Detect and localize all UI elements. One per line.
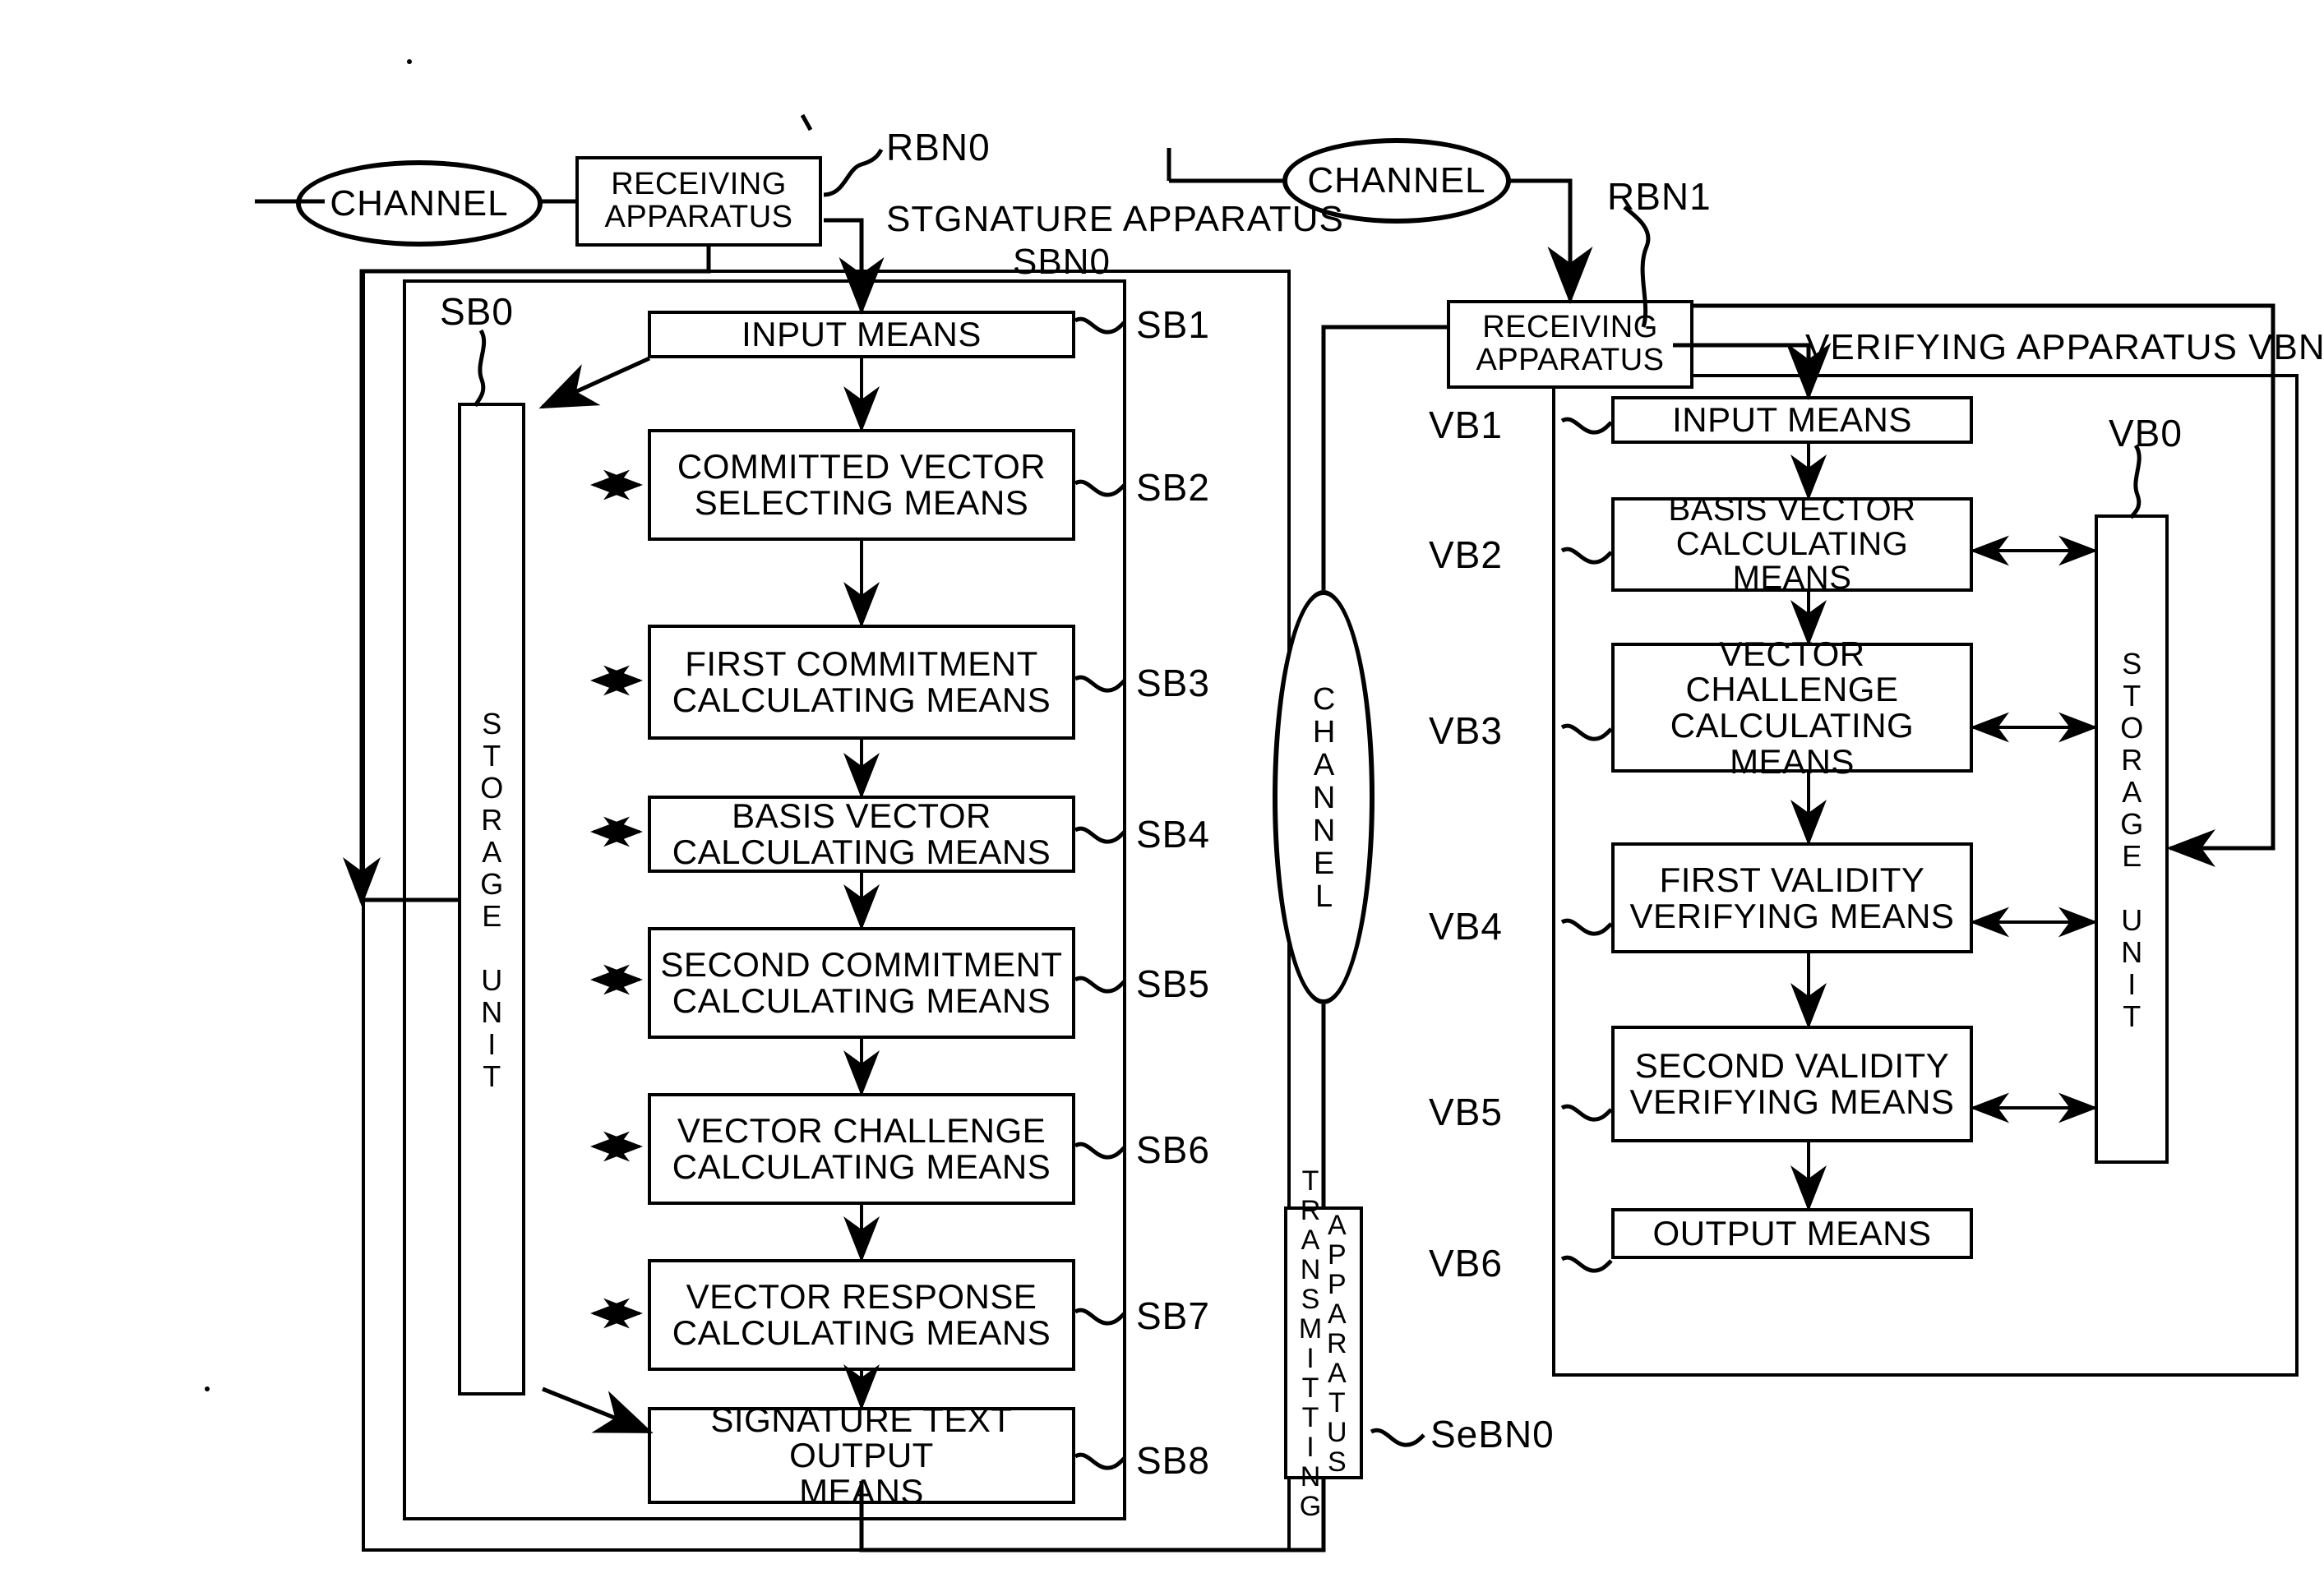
block-sb1-input-means: INPUT MEANS — [648, 311, 1075, 358]
ref-label-sb3: SB3 — [1136, 662, 1210, 704]
receiving-apparatus-left-line2: APPARATUS — [604, 200, 793, 234]
block-sb7-line1: VECTOR RESPONSE — [686, 1277, 1037, 1317]
transmitting-apparatus-line1: TRANSMITTING — [1295, 1165, 1326, 1520]
ref-label-vb5: VB5 — [1429, 1091, 1503, 1133]
signature-apparatus-title: STGNATURE APPARATUS — [886, 199, 1344, 239]
ref-label-sb2: SB2 — [1136, 466, 1210, 509]
storage-unit-left-label: STORAGE UNIT — [474, 707, 509, 1091]
block-vb5-line1: SECOND VALIDITY — [1634, 1046, 1950, 1086]
block-sb8-line2: MEANS — [799, 1471, 924, 1511]
block-vb5-line2: VERIFYING MEANS — [1629, 1082, 1955, 1121]
block-sb6-line1: VECTOR CHALLENGE — [677, 1111, 1046, 1151]
block-vb6-label: OUTPUT MEANS — [1652, 1214, 1932, 1253]
channel-ellipse-middle: CHANNEL — [1273, 590, 1375, 1004]
ref-label-vb4: VB4 — [1429, 905, 1503, 948]
storage-unit-right-label: STORAGE UNIT — [2114, 647, 2149, 1031]
block-vb2-basis-vector-calculating-means: BASIS VECTOR CALCULATING MEANS — [1611, 492, 1973, 595]
block-sb4-line1: BASIS VECTOR — [732, 796, 991, 836]
patent-figure-canvas: CHANNEL RECEIVING APPARATUS RBN0 STGNATU… — [0, 0, 2324, 1587]
block-sb3-first-commitment-calculating-means: FIRST COMMITMENT CALCULATING MEANS — [648, 625, 1075, 740]
block-sb6-line2: CALCULATING MEANS — [672, 1147, 1051, 1186]
block-vb2-line2: CALCULATING MEANS — [1675, 525, 1909, 597]
ref-label-sb0: SB0 — [440, 290, 514, 333]
block-sb8-line1: SIGNATURE TEXT OUTPUT — [710, 1400, 1013, 1475]
block-sb2-committed-vector-selecting-means: COMMITTED VECTOR SELECTING MEANS — [648, 429, 1075, 541]
receiving-apparatus-left: RECEIVING APPARATUS — [575, 156, 822, 247]
channel-label-middle: CHANNEL — [1306, 682, 1342, 912]
verifying-apparatus-title: VERIFYING APPARATUS VBN0 — [1805, 327, 2324, 367]
receiving-apparatus-right: RECEIVING APPARATUS — [1447, 300, 1693, 389]
block-sb7-line2: CALCULATING MEANS — [672, 1313, 1051, 1352]
block-vb3-line1: VECTOR CHALLENGE — [1685, 634, 1899, 709]
block-vb3-vector-challenge-calculating-means: VECTOR CHALLENGE CALCULATING MEANS — [1611, 635, 1973, 779]
block-sb2-line2: SELECTING MEANS — [694, 483, 1029, 522]
ref-label-vb2: VB2 — [1429, 533, 1503, 576]
receiving-apparatus-right-line1: RECEIVING — [1482, 310, 1658, 345]
block-vb4-first-validity-verifying-means: FIRST VALIDITY VERIFYING MEANS — [1611, 842, 1973, 953]
block-sb5-line1: SECOND COMMITMENT — [660, 945, 1063, 985]
block-sb3-line2: CALCULATING MEANS — [672, 680, 1051, 719]
block-sb4-line2: CALCULATING MEANS — [672, 833, 1051, 871]
block-sb6-vector-challenge-calculating-means: VECTOR CHALLENGE CALCULATING MEANS — [648, 1093, 1075, 1205]
block-sb2-line1: COMMITTED VECTOR — [677, 447, 1046, 487]
block-vb2-line1: BASIS VECTOR — [1668, 491, 1916, 528]
block-sb8-signature-text-output-means: SIGNATURE TEXT OUTPUT MEANS — [648, 1401, 1075, 1509]
ref-label-vb3: VB3 — [1429, 709, 1503, 752]
ref-label-vb0: VB0 — [2109, 412, 2183, 454]
storage-unit-left: STORAGE UNIT — [458, 403, 525, 1396]
ref-label-vb1: VB1 — [1429, 404, 1503, 446]
block-vb4-line1: FIRST VALIDITY — [1659, 860, 1925, 899]
block-vb5-second-validity-verifying-means: SECOND VALIDITY VERIFYING MEANS — [1611, 1026, 1973, 1142]
ref-label-sb1: SB1 — [1136, 303, 1210, 346]
block-vb3-line2: CALCULATING MEANS — [1670, 706, 1915, 781]
storage-unit-right: STORAGE UNIT — [2095, 514, 2169, 1164]
ref-label-rbn0: RBN0 — [886, 126, 991, 168]
block-sb4-basis-vector-calculating-means: BASIS VECTOR CALCULATING MEANS — [648, 796, 1075, 873]
channel-label-top-middle: CHANNEL — [1307, 160, 1486, 201]
ref-label-rbn1: RBN1 — [1607, 175, 1712, 218]
block-vb1-label: INPUT MEANS — [1672, 400, 1912, 440]
ref-label-vb6: VB6 — [1429, 1242, 1503, 1285]
block-vb1-input-means: INPUT MEANS — [1611, 396, 1973, 444]
block-vb4-line2: VERIFYING MEANS — [1629, 896, 1955, 935]
ref-label-sb8: SB8 — [1136, 1439, 1210, 1482]
receiving-apparatus-left-line1: RECEIVING — [611, 167, 787, 202]
ref-label-sebn0: SeBN0 — [1430, 1413, 1555, 1456]
ref-label-sb7: SB7 — [1136, 1294, 1210, 1337]
transmitting-apparatus-line2: APPARATUS — [1321, 1210, 1353, 1476]
block-sb1-label: INPUT MEANS — [742, 315, 982, 354]
signature-apparatus-ref: SBN0 — [1013, 242, 1111, 282]
block-sb3-line1: FIRST COMMITMENT — [685, 644, 1038, 684]
channel-label-left: CHANNEL — [330, 182, 509, 224]
ref-label-sb6: SB6 — [1136, 1128, 1210, 1171]
block-vb6-output-means: OUTPUT MEANS — [1611, 1208, 1973, 1259]
block-sb7-vector-response-calculating-means: VECTOR RESPONSE CALCULATING MEANS — [648, 1259, 1075, 1371]
channel-ellipse-left: CHANNEL — [296, 160, 543, 247]
transmitting-apparatus: TRANSMITTING APPARATUS — [1284, 1165, 1363, 1520]
ref-label-sb4: SB4 — [1136, 813, 1210, 856]
block-sb5-second-commitment-calculating-means: SECOND COMMITMENT CALCULATING MEANS — [648, 927, 1075, 1039]
block-sb5-line2: CALCULATING MEANS — [672, 981, 1051, 1020]
receiving-apparatus-right-line2: APPARATUS — [1476, 343, 1665, 377]
ref-label-sb5: SB5 — [1136, 962, 1210, 1005]
